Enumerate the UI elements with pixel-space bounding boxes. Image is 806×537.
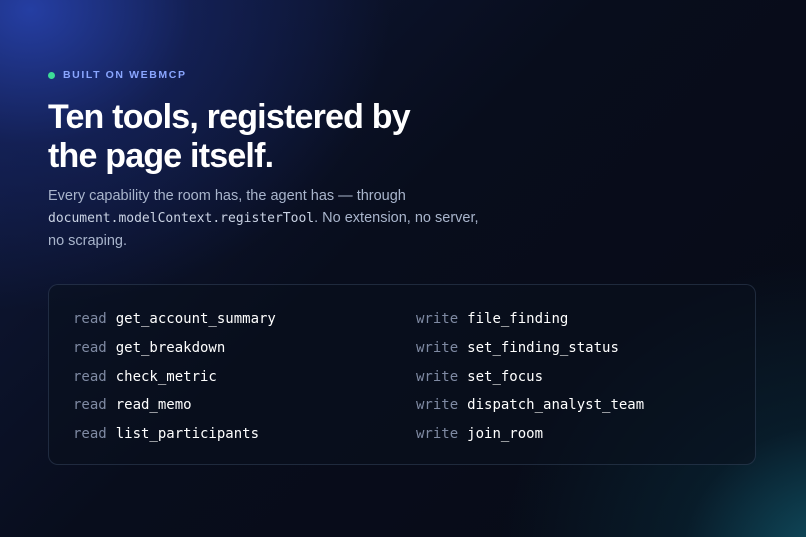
tool-item: read get_breakdown bbox=[73, 334, 276, 363]
tool-name: file_finding bbox=[467, 311, 569, 328]
tool-name: get_account_summary bbox=[115, 311, 276, 328]
title-line-1: Ten tools, registered by bbox=[48, 98, 411, 136]
tool-item: read read_memo bbox=[73, 391, 276, 420]
eyebrow: BUILT ON WEBMCP bbox=[48, 69, 187, 81]
tool-type-label: write bbox=[416, 368, 459, 385]
tool-type-label: write bbox=[416, 311, 459, 328]
tool-type-label: read bbox=[73, 397, 107, 414]
tool-item: write set_finding_status bbox=[416, 334, 644, 363]
tool-type-label: write bbox=[416, 397, 459, 414]
status-dot-icon bbox=[48, 71, 55, 79]
tool-item: write file_finding bbox=[416, 305, 644, 334]
tool-type-label: read bbox=[73, 368, 107, 385]
tool-item: write join_room bbox=[416, 420, 644, 449]
tool-item: read list_participants bbox=[73, 420, 276, 449]
tool-name: join_room bbox=[467, 426, 544, 443]
tool-type-label: read bbox=[73, 426, 107, 443]
read-tools-column: read get_account_summary read get_breakd… bbox=[73, 305, 276, 448]
tool-name: check_metric bbox=[115, 368, 217, 385]
tool-name: set_focus bbox=[467, 368, 544, 385]
tool-type-label: write bbox=[416, 426, 459, 443]
tool-item: write dispatch_analyst_team bbox=[416, 391, 644, 420]
page-title: Ten tools, registered by the page itself… bbox=[48, 98, 468, 176]
write-tools-column: write file_finding write set_finding_sta… bbox=[416, 305, 644, 448]
tool-name: read_memo bbox=[115, 397, 192, 414]
tool-type-label: read bbox=[73, 311, 107, 328]
tool-item: read get_account_summary bbox=[73, 305, 276, 334]
tool-type-label: read bbox=[73, 340, 107, 357]
tools-card: read get_account_summary read get_breakd… bbox=[48, 284, 756, 465]
tool-name: get_breakdown bbox=[115, 340, 226, 357]
subtitle-text: Every capability the room has, the agent… bbox=[48, 188, 406, 204]
tool-item: write set_focus bbox=[416, 362, 644, 391]
tool-name: list_participants bbox=[115, 426, 260, 443]
subtitle-code: document.modelContext.registerTool bbox=[48, 211, 315, 226]
tool-name: set_finding_status bbox=[467, 340, 619, 357]
title-line-2: the page itself. bbox=[48, 137, 274, 175]
page-subtitle: Every capability the room has, the agent… bbox=[48, 185, 488, 252]
tool-type-label: write bbox=[416, 340, 459, 357]
tool-name: dispatch_analyst_team bbox=[467, 397, 645, 414]
tool-item: read check_metric bbox=[73, 362, 276, 391]
eyebrow-label: BUILT ON WEBMCP bbox=[63, 69, 187, 81]
